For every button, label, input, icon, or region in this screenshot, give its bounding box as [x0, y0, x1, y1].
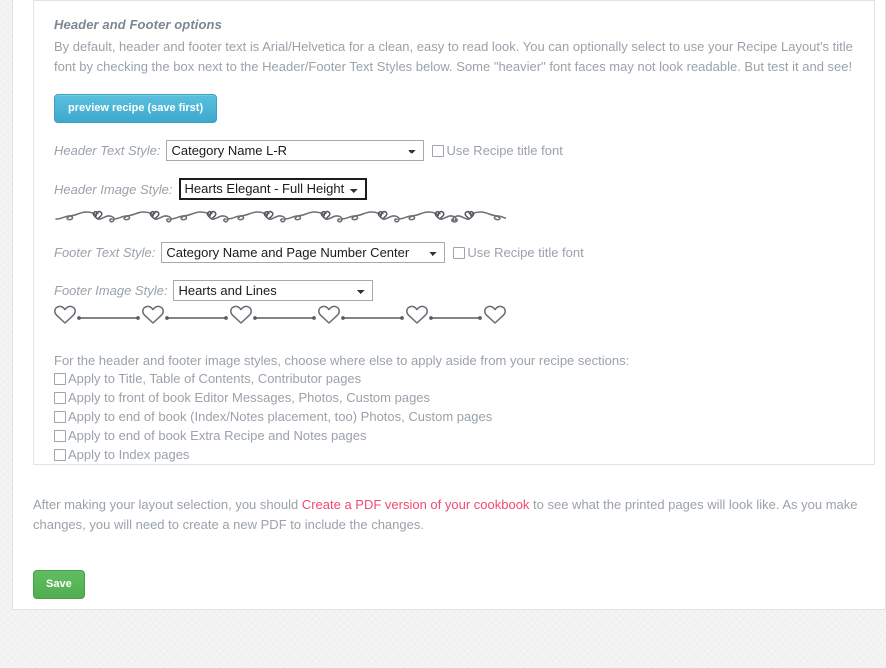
apply-front-of-book-label: Apply to front of book Editor Messages, … [68, 390, 431, 405]
header-image-style-row: Header Image Style: Hearts Elegant - Ful… [54, 178, 854, 200]
apply-extra-recipe-notes-checkbox[interactable] [54, 429, 66, 442]
header-footer-options-panel: Header and Footer options By default, he… [33, 0, 875, 465]
save-button[interactable]: Save [33, 570, 85, 599]
footer-image-style-label: Footer Image Style: [54, 283, 168, 298]
apply-option-end-of-book[interactable]: Apply to end of book (Index/Notes placem… [54, 409, 854, 424]
header-text-style-select[interactable]: Category Name L-R [166, 140, 425, 161]
apply-front-of-book-checkbox[interactable] [54, 391, 66, 404]
page-content: Header and Footer options By default, he… [33, 0, 875, 599]
apply-option-front-of-book[interactable]: Apply to front of book Editor Messages, … [54, 390, 854, 405]
apply-title-toc-label: Apply to Title, Table of Contents, Contr… [68, 371, 362, 386]
pdf-note-before: After making your layout selection, you … [33, 497, 302, 512]
apply-title-toc-checkbox[interactable] [54, 372, 66, 385]
apply-end-of-book-checkbox[interactable] [54, 410, 66, 423]
header-text-style-label: Header Text Style: [54, 143, 161, 158]
header-image-style-label: Header Image Style: [54, 181, 173, 197]
footer-use-title-font-checkbox-group[interactable]: Use Recipe title font [453, 245, 584, 260]
header-use-title-font-label: Use Recipe title font [446, 143, 563, 158]
apply-end-of-book-label: Apply to end of book (Index/Notes placem… [68, 409, 493, 424]
header-use-title-font-checkbox-group[interactable]: Use Recipe title font [432, 143, 563, 158]
apply-index-pages-label: Apply to Index pages [68, 447, 190, 462]
footer-use-title-font-label: Use Recipe title font [467, 245, 584, 260]
footer-use-title-font-checkbox[interactable] [453, 246, 466, 259]
apply-section-intro: For the header and footer image styles, … [54, 353, 630, 368]
header-image-style-select[interactable]: Hearts Elegant - Full Height [178, 178, 367, 200]
create-pdf-link[interactable]: Create a PDF version of your cookbook [302, 497, 530, 512]
header-divider-preview [54, 204, 854, 228]
hearts-elegant-scrollwork-divider-icon [55, 210, 506, 223]
hearts-and-lines-divider-icon [54, 305, 506, 324]
header-use-title-font-checkbox[interactable] [432, 144, 445, 157]
footer-image-style-row: Footer Image Style: Hearts and Lines [54, 280, 854, 301]
footer-text-style-select[interactable]: Category Name and Page Number Center [161, 242, 446, 263]
header-text-style-row: Header Text Style: Category Name L-R Use… [54, 140, 854, 161]
apply-option-extra-recipe-notes[interactable]: Apply to end of book Extra Recipe and No… [54, 428, 854, 443]
footer-image-style-select[interactable]: Hearts and Lines [173, 280, 374, 301]
panel-title: Header and Footer options [54, 17, 222, 32]
footer-divider-preview [54, 305, 854, 329]
pdf-instruction-text: After making your layout selection, you … [33, 495, 863, 535]
apply-index-pages-checkbox[interactable] [54, 448, 66, 461]
panel-description: By default, header and footer text is Ar… [54, 39, 853, 74]
apply-options-list: Apply to Title, Table of Contents, Contr… [54, 371, 854, 462]
preview-recipe-button[interactable]: preview recipe (save first) [54, 94, 218, 123]
footer-text-style-row: Footer Text Style: Category Name and Pag… [54, 242, 854, 263]
apply-option-index-pages[interactable]: Apply to Index pages [54, 447, 854, 462]
apply-extra-recipe-notes-label: Apply to end of book Extra Recipe and No… [68, 428, 367, 443]
page-container: Header and Footer options By default, he… [12, 0, 886, 610]
apply-option-title-toc[interactable]: Apply to Title, Table of Contents, Contr… [54, 371, 854, 386]
footer-text-style-label: Footer Text Style: [54, 245, 156, 260]
